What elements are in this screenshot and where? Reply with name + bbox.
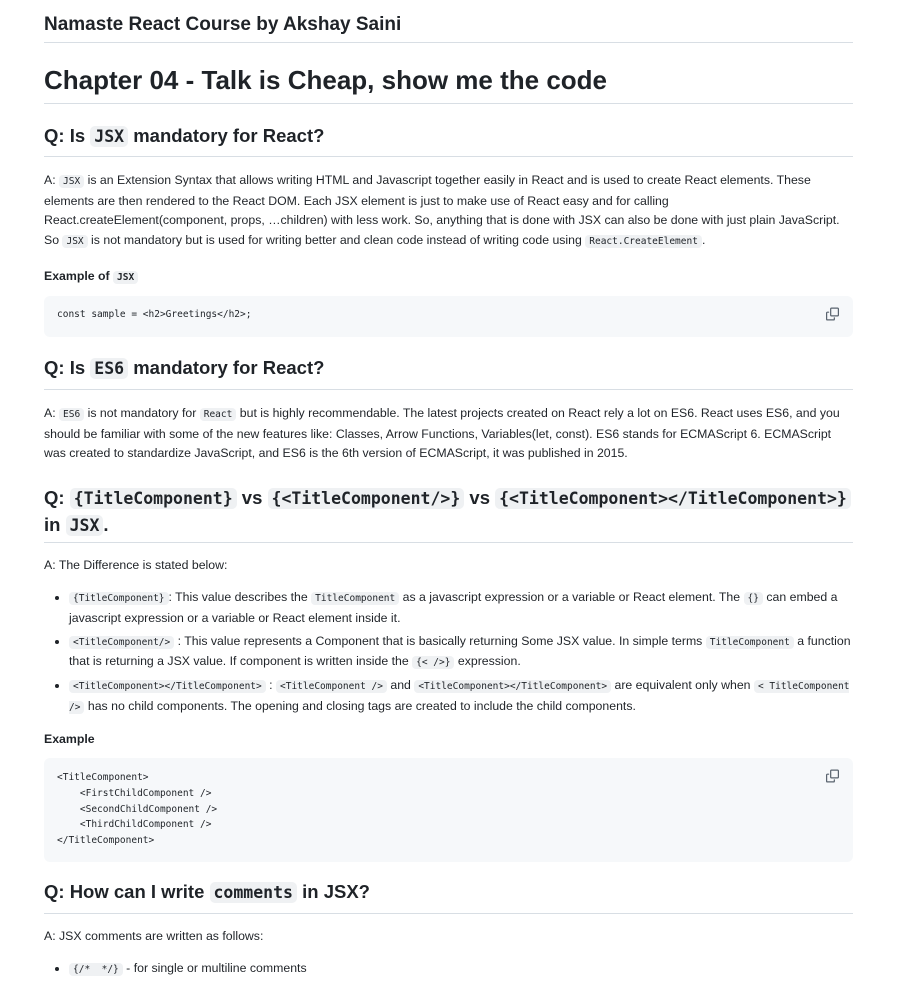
answer-prefix: A: xyxy=(44,406,60,420)
list-text: and xyxy=(386,678,415,692)
inline-code: {} xyxy=(743,592,763,605)
list-text: expression. xyxy=(454,654,521,668)
inline-code: JSX xyxy=(59,175,85,188)
example-label-text: Example of xyxy=(44,269,114,283)
list-text: - for single or multiline comments xyxy=(122,960,307,975)
question-text: Q: Is xyxy=(44,357,91,378)
question-code: {TitleComponent} xyxy=(69,487,237,509)
example-jsx-label: Example of JSX xyxy=(44,269,853,284)
markdown-document: Namaste React Course by Akshay Saini Cha… xyxy=(44,0,853,983)
inline-code: React xyxy=(199,408,237,421)
chapter-heading: Chapter 04 - Talk is Cheap, show me the … xyxy=(44,65,853,104)
question-text: vs xyxy=(464,486,496,508)
answer-comments-paragraph: A: JSX comments are written as follows: xyxy=(44,929,264,943)
answer-es6-paragraph: A: ES6 is not mandatory for React but is… xyxy=(44,404,853,464)
inline-code: {TitleComponent} xyxy=(69,592,169,605)
inline-code: JSX xyxy=(62,234,88,248)
question-jsx-mandatory: Q: Is JSX mandatory for React? xyxy=(44,125,853,157)
answer-text: is not mandatory but is used for writing… xyxy=(87,232,586,247)
list-item: <TitleComponent></TitleComponent> : <Tit… xyxy=(69,676,853,717)
list-text: : This value describes the xyxy=(168,590,312,604)
inline-code: ES6 xyxy=(59,408,85,421)
copy-icon[interactable] xyxy=(826,307,839,321)
question-code: {<TitleComponent></TitleComponent>} xyxy=(495,487,851,509)
question-text: mandatory for React? xyxy=(128,357,325,378)
question-text: in JSX? xyxy=(296,881,370,902)
comments-list: {/* */} - for single or multiline commen… xyxy=(44,959,853,980)
question-text: mandatory for React? xyxy=(128,125,325,146)
answer-jsx-paragraph: A: JSX is an Extension Syntax that allow… xyxy=(44,171,853,251)
difference-list: {TitleComponent}: This value describes t… xyxy=(44,588,853,717)
copy-icon[interactable] xyxy=(826,769,839,783)
question-titlecomponent-vs: Q: {TitleComponent} vs {<TitleComponent/… xyxy=(44,485,853,543)
question-text: vs xyxy=(236,486,268,508)
inline-code: <TitleComponent></TitleComponent> xyxy=(69,680,266,693)
list-item: <TitleComponent/> : This value represent… xyxy=(69,632,853,673)
question-text: Q: Is xyxy=(44,125,91,146)
answer-prefix: A: xyxy=(44,173,60,187)
code-content: <TitleComponent> <FirstChildComponent />… xyxy=(57,772,218,847)
question-jsx-comments: Q: How can I write comments in JSX? xyxy=(44,881,853,914)
list-item: {/* */} - for single or multiline commen… xyxy=(69,959,853,980)
inline-code: <TitleComponent></TitleComponent> xyxy=(414,680,612,693)
inline-code: <TitleComponent/> xyxy=(69,635,175,649)
question-es6-mandatory: Q: Is ES6 mandatory for React? xyxy=(44,357,853,390)
list-text: as a javascript expression or a variable… xyxy=(399,590,744,604)
list-text: are equivalent only when xyxy=(611,678,754,692)
answer-text: . xyxy=(701,232,706,247)
question-code: ES6 xyxy=(90,358,129,379)
question-code: comments xyxy=(209,882,297,903)
inline-code: JSX xyxy=(113,271,139,284)
question-text: in xyxy=(44,513,66,535)
answer-difference-paragraph: A: The Difference is stated below: xyxy=(44,557,228,572)
inline-code: TitleComponent xyxy=(705,635,794,649)
inline-code: {/* */} xyxy=(69,962,123,976)
code-content: const sample = <h2>Greetings</h2>; xyxy=(57,309,252,320)
list-text: : xyxy=(265,678,276,692)
question-text: Q: How can I write xyxy=(44,881,210,902)
inline-code: <TitleComponent /> xyxy=(276,680,387,693)
question-text: Q: xyxy=(44,486,70,508)
list-text: has no child components. The opening and… xyxy=(84,698,636,713)
list-item: {TitleComponent}: This value describes t… xyxy=(69,588,853,628)
inline-code: {< />} xyxy=(412,656,455,669)
question-code: JSX xyxy=(65,514,104,536)
code-block-titlecomponent-example: <TitleComponent> <FirstChildComponent />… xyxy=(44,758,853,862)
inline-code: TitleComponent xyxy=(311,592,400,605)
list-text: : This value represents a Component that… xyxy=(174,633,706,648)
code-block-jsx-example: const sample = <h2>Greetings</h2>; xyxy=(44,296,853,337)
question-code: {<TitleComponent/>} xyxy=(267,487,465,509)
question-code: JSX xyxy=(90,126,129,147)
inline-code: React.CreateElement xyxy=(585,234,702,248)
example-label: Example xyxy=(44,732,95,746)
document-title: Namaste React Course by Akshay Saini xyxy=(44,0,853,43)
answer-text: is not mandatory for xyxy=(84,406,200,420)
question-text: . xyxy=(103,513,109,535)
